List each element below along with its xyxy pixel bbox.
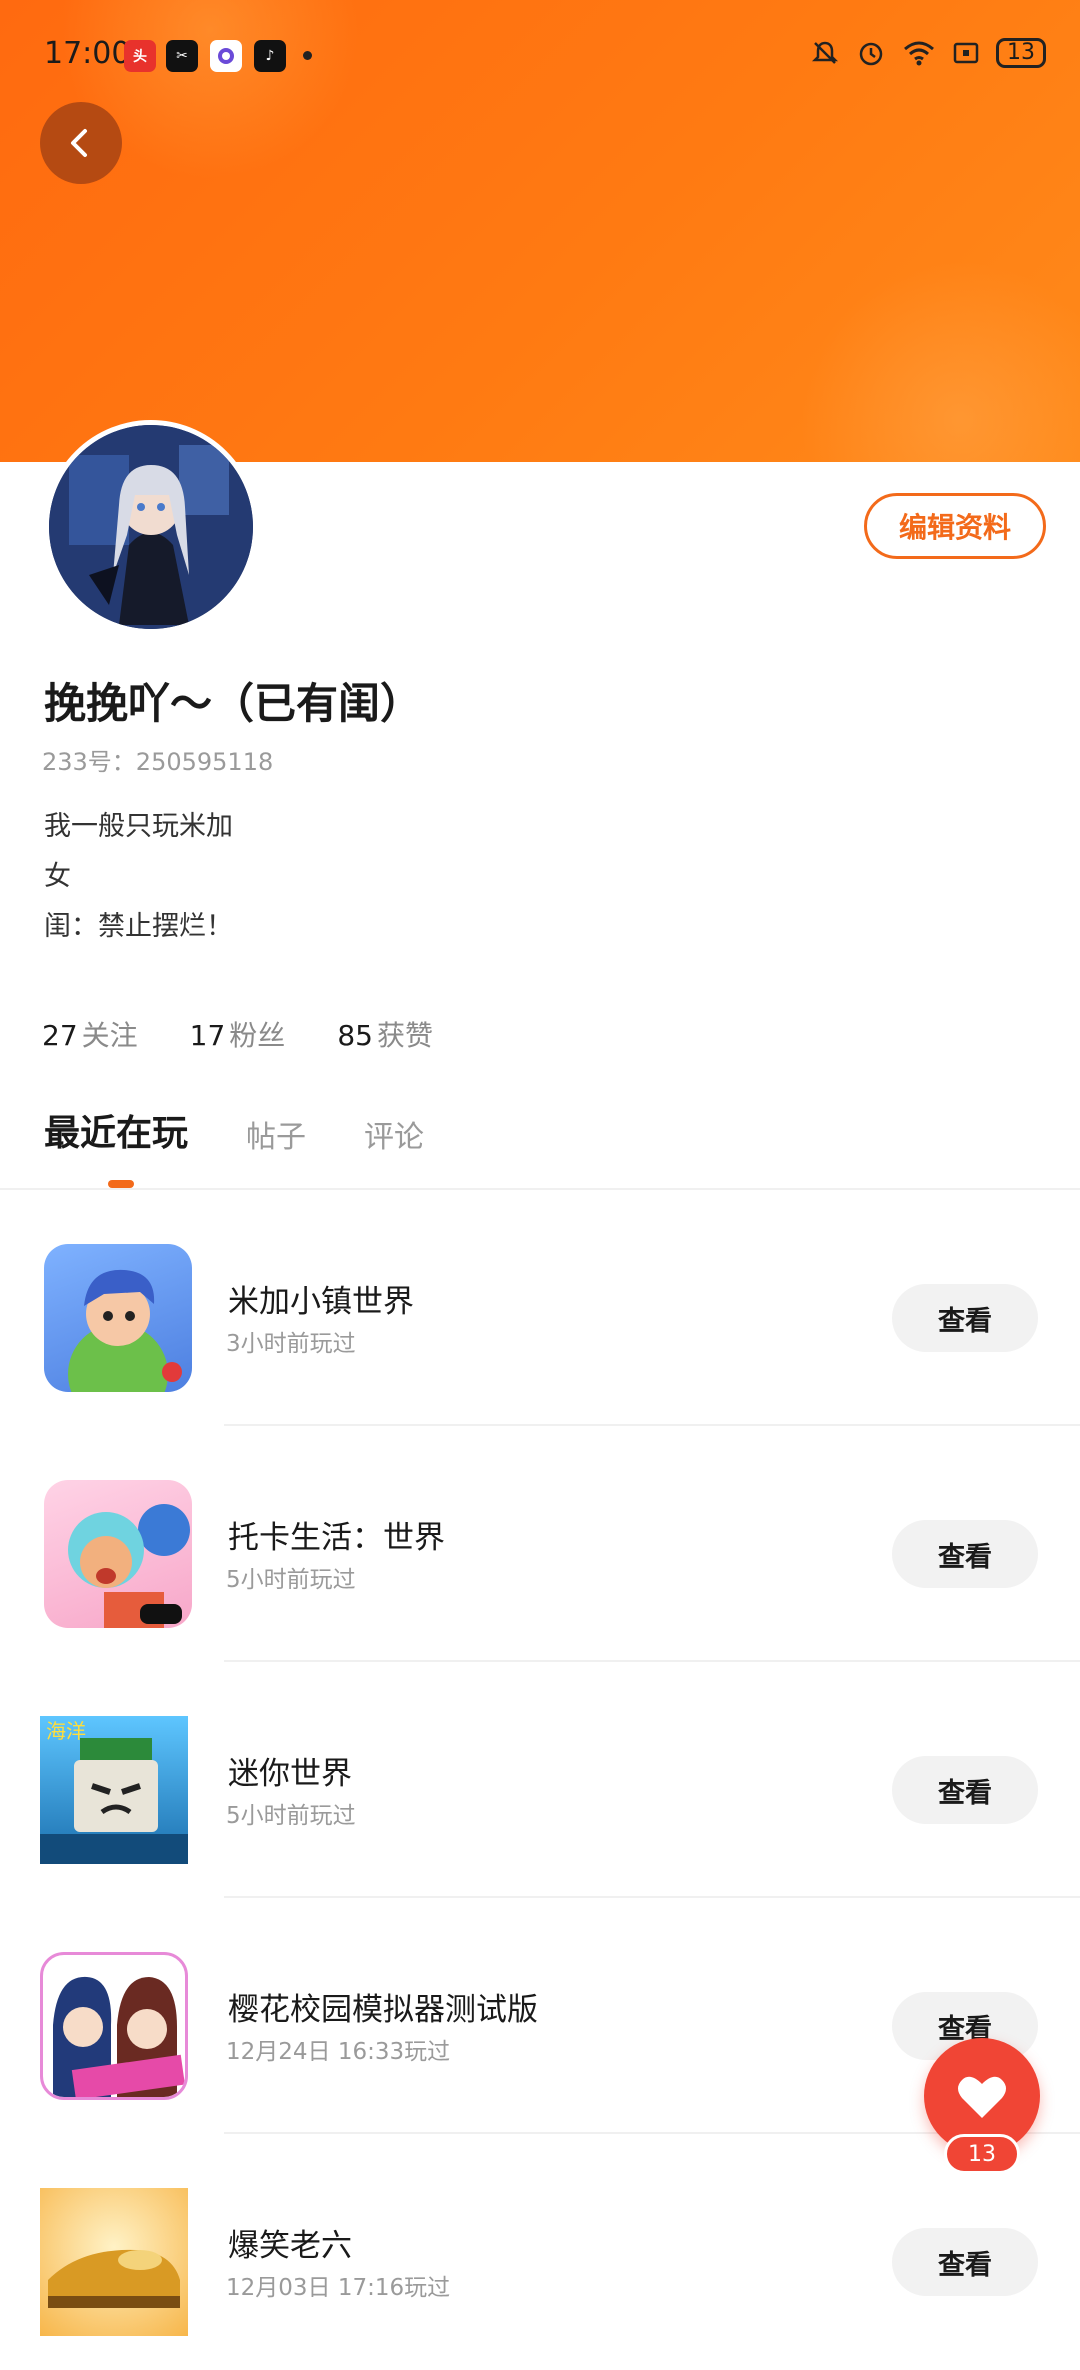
bio-line: 闺：禁止摆烂！ xyxy=(44,911,233,942)
battery-indicator: 13 xyxy=(996,38,1046,68)
back-button[interactable] xyxy=(40,102,122,184)
game-name: 托卡生活：世界 xyxy=(228,1520,445,1556)
list-item[interactable]: 海洋 迷你世界 5小时前玩过 查看 xyxy=(0,1662,1080,1898)
view-button[interactable]: 查看 xyxy=(892,2228,1038,2296)
edit-profile-button[interactable]: 编辑资料 xyxy=(864,493,1046,559)
game-artwork xyxy=(48,2249,180,2308)
user-id: 233号：250595118 xyxy=(42,748,274,776)
game-icon xyxy=(44,1244,192,1392)
tiktok-icon: ♪ xyxy=(254,40,286,72)
chevron-left-icon xyxy=(71,129,87,157)
avatar-image xyxy=(49,425,253,629)
list-item[interactable]: 爆笑老六 12月03日 17:16玩过 查看 xyxy=(0,2134,1080,2370)
username: 挽挽吖～（已有闺） xyxy=(44,679,423,728)
played-time: 5小时前玩过 xyxy=(226,1567,356,1593)
game-name: 米加小镇世界 xyxy=(228,1284,414,1320)
stat-followers[interactable]: 17 粉丝 xyxy=(190,1014,286,1054)
view-button[interactable]: 查看 xyxy=(892,1284,1038,1352)
stat-count: 27 xyxy=(42,1019,78,1052)
game-icon: 海洋 xyxy=(40,1716,188,1864)
profile-tabs: 最近在玩 帖子 评论 xyxy=(44,1104,424,1156)
played-time: 12月03日 17:16玩过 xyxy=(226,2275,451,2301)
tab-comments[interactable]: 评论 xyxy=(364,1112,424,1156)
played-time: 12月24日 16:33玩过 xyxy=(226,2039,451,2065)
list-item[interactable]: 米加小镇世界 3小时前玩过 查看 xyxy=(0,1190,1080,1426)
capcut-icon: ✂ xyxy=(166,40,198,72)
game-artwork xyxy=(53,1976,185,2097)
alarm-icon xyxy=(859,42,883,66)
stat-likes[interactable]: 85 获赞 xyxy=(337,1014,433,1054)
avatar[interactable] xyxy=(44,420,258,634)
wifi-icon xyxy=(904,41,934,66)
bio-line: 我一般只玩米加 xyxy=(44,811,233,842)
game-icon xyxy=(40,1952,188,2100)
view-button[interactable]: 查看 xyxy=(892,1756,1038,1824)
game-artwork: 海洋 xyxy=(40,1719,188,1864)
bio-line: 女 xyxy=(44,861,71,892)
played-time: 3小时前玩过 xyxy=(226,1331,356,1357)
stat-label: 粉丝 xyxy=(229,1019,286,1052)
status-time: 17:00 xyxy=(44,36,131,71)
tab-posts[interactable]: 帖子 xyxy=(246,1112,306,1156)
game-name: 樱花校园模拟器测试版 xyxy=(228,1992,538,2028)
status-indicators: 13 xyxy=(810,38,1046,68)
stat-count: 17 xyxy=(189,1019,226,1052)
list-item[interactable]: 托卡生活：世界 5小时前玩过 查看 xyxy=(0,1426,1080,1662)
svg-text:海洋: 海洋 xyxy=(46,1719,86,1743)
banner-decoration xyxy=(800,260,1080,462)
mute-bell-icon xyxy=(811,41,839,64)
game-icon xyxy=(40,2188,188,2336)
screen-icon xyxy=(953,42,979,64)
stat-label: 关注 xyxy=(81,1019,138,1052)
stat-label: 获赞 xyxy=(376,1019,433,1052)
like-count: 13 xyxy=(944,2134,1020,2174)
bio: 我一般只玩米加 女 闺：禁止摆烂！ xyxy=(44,802,233,952)
game-artwork xyxy=(68,1269,182,1392)
game-artwork xyxy=(68,1504,190,1628)
tab-recently-played[interactable]: 最近在玩 xyxy=(44,1104,188,1156)
view-button[interactable]: 查看 xyxy=(892,1520,1038,1588)
played-time: 5小时前玩过 xyxy=(226,1803,356,1829)
notification-dot xyxy=(303,51,312,60)
game-icon xyxy=(44,1480,192,1628)
status-bar: 17:00 头 ✂ ♪ 13 xyxy=(0,0,1080,112)
stat-following[interactable]: 27 关注 xyxy=(42,1014,138,1054)
heart-icon xyxy=(958,2076,1006,2118)
game-name: 迷你世界 xyxy=(228,1756,352,1792)
tab-indicator xyxy=(108,1180,134,1188)
game-name: 爆笑老六 xyxy=(228,2228,352,2264)
list-item[interactable]: 樱花校园模拟器测试版 12月24日 16:33玩过 查看 xyxy=(0,1898,1080,2134)
profile-stats: 27 关注 17 粉丝 85 获赞 xyxy=(42,1014,433,1054)
stat-count: 85 xyxy=(337,1019,373,1052)
browser-icon xyxy=(210,40,242,72)
toutiao-icon: 头 xyxy=(124,40,156,72)
